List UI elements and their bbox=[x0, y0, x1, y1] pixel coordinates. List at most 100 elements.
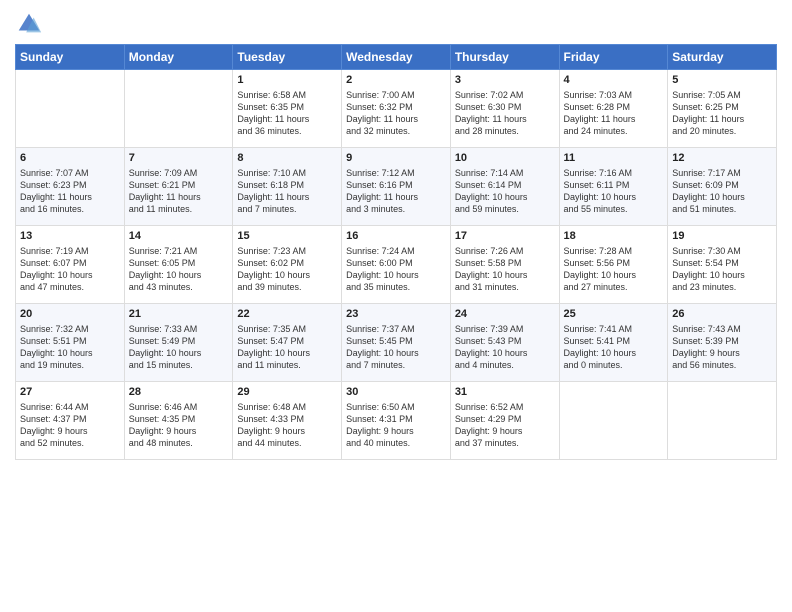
cell-content: Sunrise: 6:46 AMSunset: 4:35 PMDaylight:… bbox=[129, 401, 229, 450]
cell-content: Sunrise: 7:28 AMSunset: 5:56 PMDaylight:… bbox=[564, 245, 664, 294]
calendar-page: SundayMondayTuesdayWednesdayThursdayFrid… bbox=[0, 0, 792, 470]
calendar-cell: 16Sunrise: 7:24 AMSunset: 6:00 PMDayligh… bbox=[342, 226, 451, 304]
day-number: 15 bbox=[237, 229, 337, 244]
calendar-cell: 2Sunrise: 7:00 AMSunset: 6:32 PMDaylight… bbox=[342, 70, 451, 148]
day-number: 1 bbox=[237, 73, 337, 88]
day-number: 17 bbox=[455, 229, 555, 244]
calendar-cell: 18Sunrise: 7:28 AMSunset: 5:56 PMDayligh… bbox=[559, 226, 668, 304]
day-header: Monday bbox=[124, 45, 233, 70]
cell-content: Sunrise: 7:10 AMSunset: 6:18 PMDaylight:… bbox=[237, 167, 337, 216]
calendar-cell: 10Sunrise: 7:14 AMSunset: 6:14 PMDayligh… bbox=[450, 148, 559, 226]
day-number: 12 bbox=[672, 151, 772, 166]
calendar-cell: 27Sunrise: 6:44 AMSunset: 4:37 PMDayligh… bbox=[16, 382, 125, 460]
cell-content: Sunrise: 7:43 AMSunset: 5:39 PMDaylight:… bbox=[672, 323, 772, 372]
cell-content: Sunrise: 7:30 AMSunset: 5:54 PMDaylight:… bbox=[672, 245, 772, 294]
cell-content: Sunrise: 7:23 AMSunset: 6:02 PMDaylight:… bbox=[237, 245, 337, 294]
day-number: 6 bbox=[20, 151, 120, 166]
day-header: Friday bbox=[559, 45, 668, 70]
calendar-cell: 20Sunrise: 7:32 AMSunset: 5:51 PMDayligh… bbox=[16, 304, 125, 382]
calendar-cell: 7Sunrise: 7:09 AMSunset: 6:21 PMDaylight… bbox=[124, 148, 233, 226]
calendar-cell: 29Sunrise: 6:48 AMSunset: 4:33 PMDayligh… bbox=[233, 382, 342, 460]
day-number: 22 bbox=[237, 307, 337, 322]
calendar-row: 13Sunrise: 7:19 AMSunset: 6:07 PMDayligh… bbox=[16, 226, 777, 304]
calendar-table: SundayMondayTuesdayWednesdayThursdayFrid… bbox=[15, 44, 777, 460]
calendar-cell: 15Sunrise: 7:23 AMSunset: 6:02 PMDayligh… bbox=[233, 226, 342, 304]
day-header: Saturday bbox=[668, 45, 777, 70]
cell-content: Sunrise: 7:26 AMSunset: 5:58 PMDaylight:… bbox=[455, 245, 555, 294]
calendar-cell bbox=[16, 70, 125, 148]
day-header: Thursday bbox=[450, 45, 559, 70]
calendar-cell: 14Sunrise: 7:21 AMSunset: 6:05 PMDayligh… bbox=[124, 226, 233, 304]
calendar-cell: 13Sunrise: 7:19 AMSunset: 6:07 PMDayligh… bbox=[16, 226, 125, 304]
day-number: 9 bbox=[346, 151, 446, 166]
day-number: 23 bbox=[346, 307, 446, 322]
calendar-row: 1Sunrise: 6:58 AMSunset: 6:35 PMDaylight… bbox=[16, 70, 777, 148]
calendar-cell: 28Sunrise: 6:46 AMSunset: 4:35 PMDayligh… bbox=[124, 382, 233, 460]
calendar-row: 6Sunrise: 7:07 AMSunset: 6:23 PMDaylight… bbox=[16, 148, 777, 226]
day-number: 14 bbox=[129, 229, 229, 244]
calendar-cell: 12Sunrise: 7:17 AMSunset: 6:09 PMDayligh… bbox=[668, 148, 777, 226]
logo-icon bbox=[15, 10, 43, 38]
calendar-cell: 11Sunrise: 7:16 AMSunset: 6:11 PMDayligh… bbox=[559, 148, 668, 226]
calendar-row: 20Sunrise: 7:32 AMSunset: 5:51 PMDayligh… bbox=[16, 304, 777, 382]
day-number: 13 bbox=[20, 229, 120, 244]
cell-content: Sunrise: 7:07 AMSunset: 6:23 PMDaylight:… bbox=[20, 167, 120, 216]
cell-content: Sunrise: 7:00 AMSunset: 6:32 PMDaylight:… bbox=[346, 89, 446, 138]
day-number: 2 bbox=[346, 73, 446, 88]
cell-content: Sunrise: 6:44 AMSunset: 4:37 PMDaylight:… bbox=[20, 401, 120, 450]
cell-content: Sunrise: 7:24 AMSunset: 6:00 PMDaylight:… bbox=[346, 245, 446, 294]
calendar-cell: 30Sunrise: 6:50 AMSunset: 4:31 PMDayligh… bbox=[342, 382, 451, 460]
cell-content: Sunrise: 6:52 AMSunset: 4:29 PMDaylight:… bbox=[455, 401, 555, 450]
cell-content: Sunrise: 7:37 AMSunset: 5:45 PMDaylight:… bbox=[346, 323, 446, 372]
day-header: Sunday bbox=[16, 45, 125, 70]
day-number: 5 bbox=[672, 73, 772, 88]
calendar-cell: 9Sunrise: 7:12 AMSunset: 6:16 PMDaylight… bbox=[342, 148, 451, 226]
cell-content: Sunrise: 6:50 AMSunset: 4:31 PMDaylight:… bbox=[346, 401, 446, 450]
logo bbox=[15, 10, 47, 38]
cell-content: Sunrise: 7:12 AMSunset: 6:16 PMDaylight:… bbox=[346, 167, 446, 216]
cell-content: Sunrise: 6:58 AMSunset: 6:35 PMDaylight:… bbox=[237, 89, 337, 138]
day-number: 25 bbox=[564, 307, 664, 322]
calendar-cell: 31Sunrise: 6:52 AMSunset: 4:29 PMDayligh… bbox=[450, 382, 559, 460]
calendar-cell: 8Sunrise: 7:10 AMSunset: 6:18 PMDaylight… bbox=[233, 148, 342, 226]
cell-content: Sunrise: 7:21 AMSunset: 6:05 PMDaylight:… bbox=[129, 245, 229, 294]
header-row: SundayMondayTuesdayWednesdayThursdayFrid… bbox=[16, 45, 777, 70]
day-number: 8 bbox=[237, 151, 337, 166]
cell-content: Sunrise: 7:09 AMSunset: 6:21 PMDaylight:… bbox=[129, 167, 229, 216]
cell-content: Sunrise: 7:41 AMSunset: 5:41 PMDaylight:… bbox=[564, 323, 664, 372]
calendar-cell: 22Sunrise: 7:35 AMSunset: 5:47 PMDayligh… bbox=[233, 304, 342, 382]
day-number: 7 bbox=[129, 151, 229, 166]
day-number: 10 bbox=[455, 151, 555, 166]
cell-content: Sunrise: 7:03 AMSunset: 6:28 PMDaylight:… bbox=[564, 89, 664, 138]
day-number: 19 bbox=[672, 229, 772, 244]
day-number: 26 bbox=[672, 307, 772, 322]
calendar-cell: 24Sunrise: 7:39 AMSunset: 5:43 PMDayligh… bbox=[450, 304, 559, 382]
calendar-row: 27Sunrise: 6:44 AMSunset: 4:37 PMDayligh… bbox=[16, 382, 777, 460]
calendar-cell: 26Sunrise: 7:43 AMSunset: 5:39 PMDayligh… bbox=[668, 304, 777, 382]
day-number: 4 bbox=[564, 73, 664, 88]
day-header: Wednesday bbox=[342, 45, 451, 70]
cell-content: Sunrise: 7:32 AMSunset: 5:51 PMDaylight:… bbox=[20, 323, 120, 372]
calendar-cell: 1Sunrise: 6:58 AMSunset: 6:35 PMDaylight… bbox=[233, 70, 342, 148]
day-number: 31 bbox=[455, 385, 555, 400]
calendar-cell: 21Sunrise: 7:33 AMSunset: 5:49 PMDayligh… bbox=[124, 304, 233, 382]
cell-content: Sunrise: 7:39 AMSunset: 5:43 PMDaylight:… bbox=[455, 323, 555, 372]
header bbox=[15, 10, 777, 38]
day-number: 18 bbox=[564, 229, 664, 244]
calendar-cell: 5Sunrise: 7:05 AMSunset: 6:25 PMDaylight… bbox=[668, 70, 777, 148]
cell-content: Sunrise: 7:19 AMSunset: 6:07 PMDaylight:… bbox=[20, 245, 120, 294]
day-number: 21 bbox=[129, 307, 229, 322]
cell-content: Sunrise: 7:17 AMSunset: 6:09 PMDaylight:… bbox=[672, 167, 772, 216]
calendar-cell: 3Sunrise: 7:02 AMSunset: 6:30 PMDaylight… bbox=[450, 70, 559, 148]
cell-content: Sunrise: 7:05 AMSunset: 6:25 PMDaylight:… bbox=[672, 89, 772, 138]
cell-content: Sunrise: 7:02 AMSunset: 6:30 PMDaylight:… bbox=[455, 89, 555, 138]
calendar-cell: 25Sunrise: 7:41 AMSunset: 5:41 PMDayligh… bbox=[559, 304, 668, 382]
cell-content: Sunrise: 7:35 AMSunset: 5:47 PMDaylight:… bbox=[237, 323, 337, 372]
calendar-cell bbox=[668, 382, 777, 460]
day-number: 29 bbox=[237, 385, 337, 400]
calendar-cell bbox=[124, 70, 233, 148]
day-number: 27 bbox=[20, 385, 120, 400]
cell-content: Sunrise: 7:33 AMSunset: 5:49 PMDaylight:… bbox=[129, 323, 229, 372]
day-number: 24 bbox=[455, 307, 555, 322]
calendar-cell: 17Sunrise: 7:26 AMSunset: 5:58 PMDayligh… bbox=[450, 226, 559, 304]
